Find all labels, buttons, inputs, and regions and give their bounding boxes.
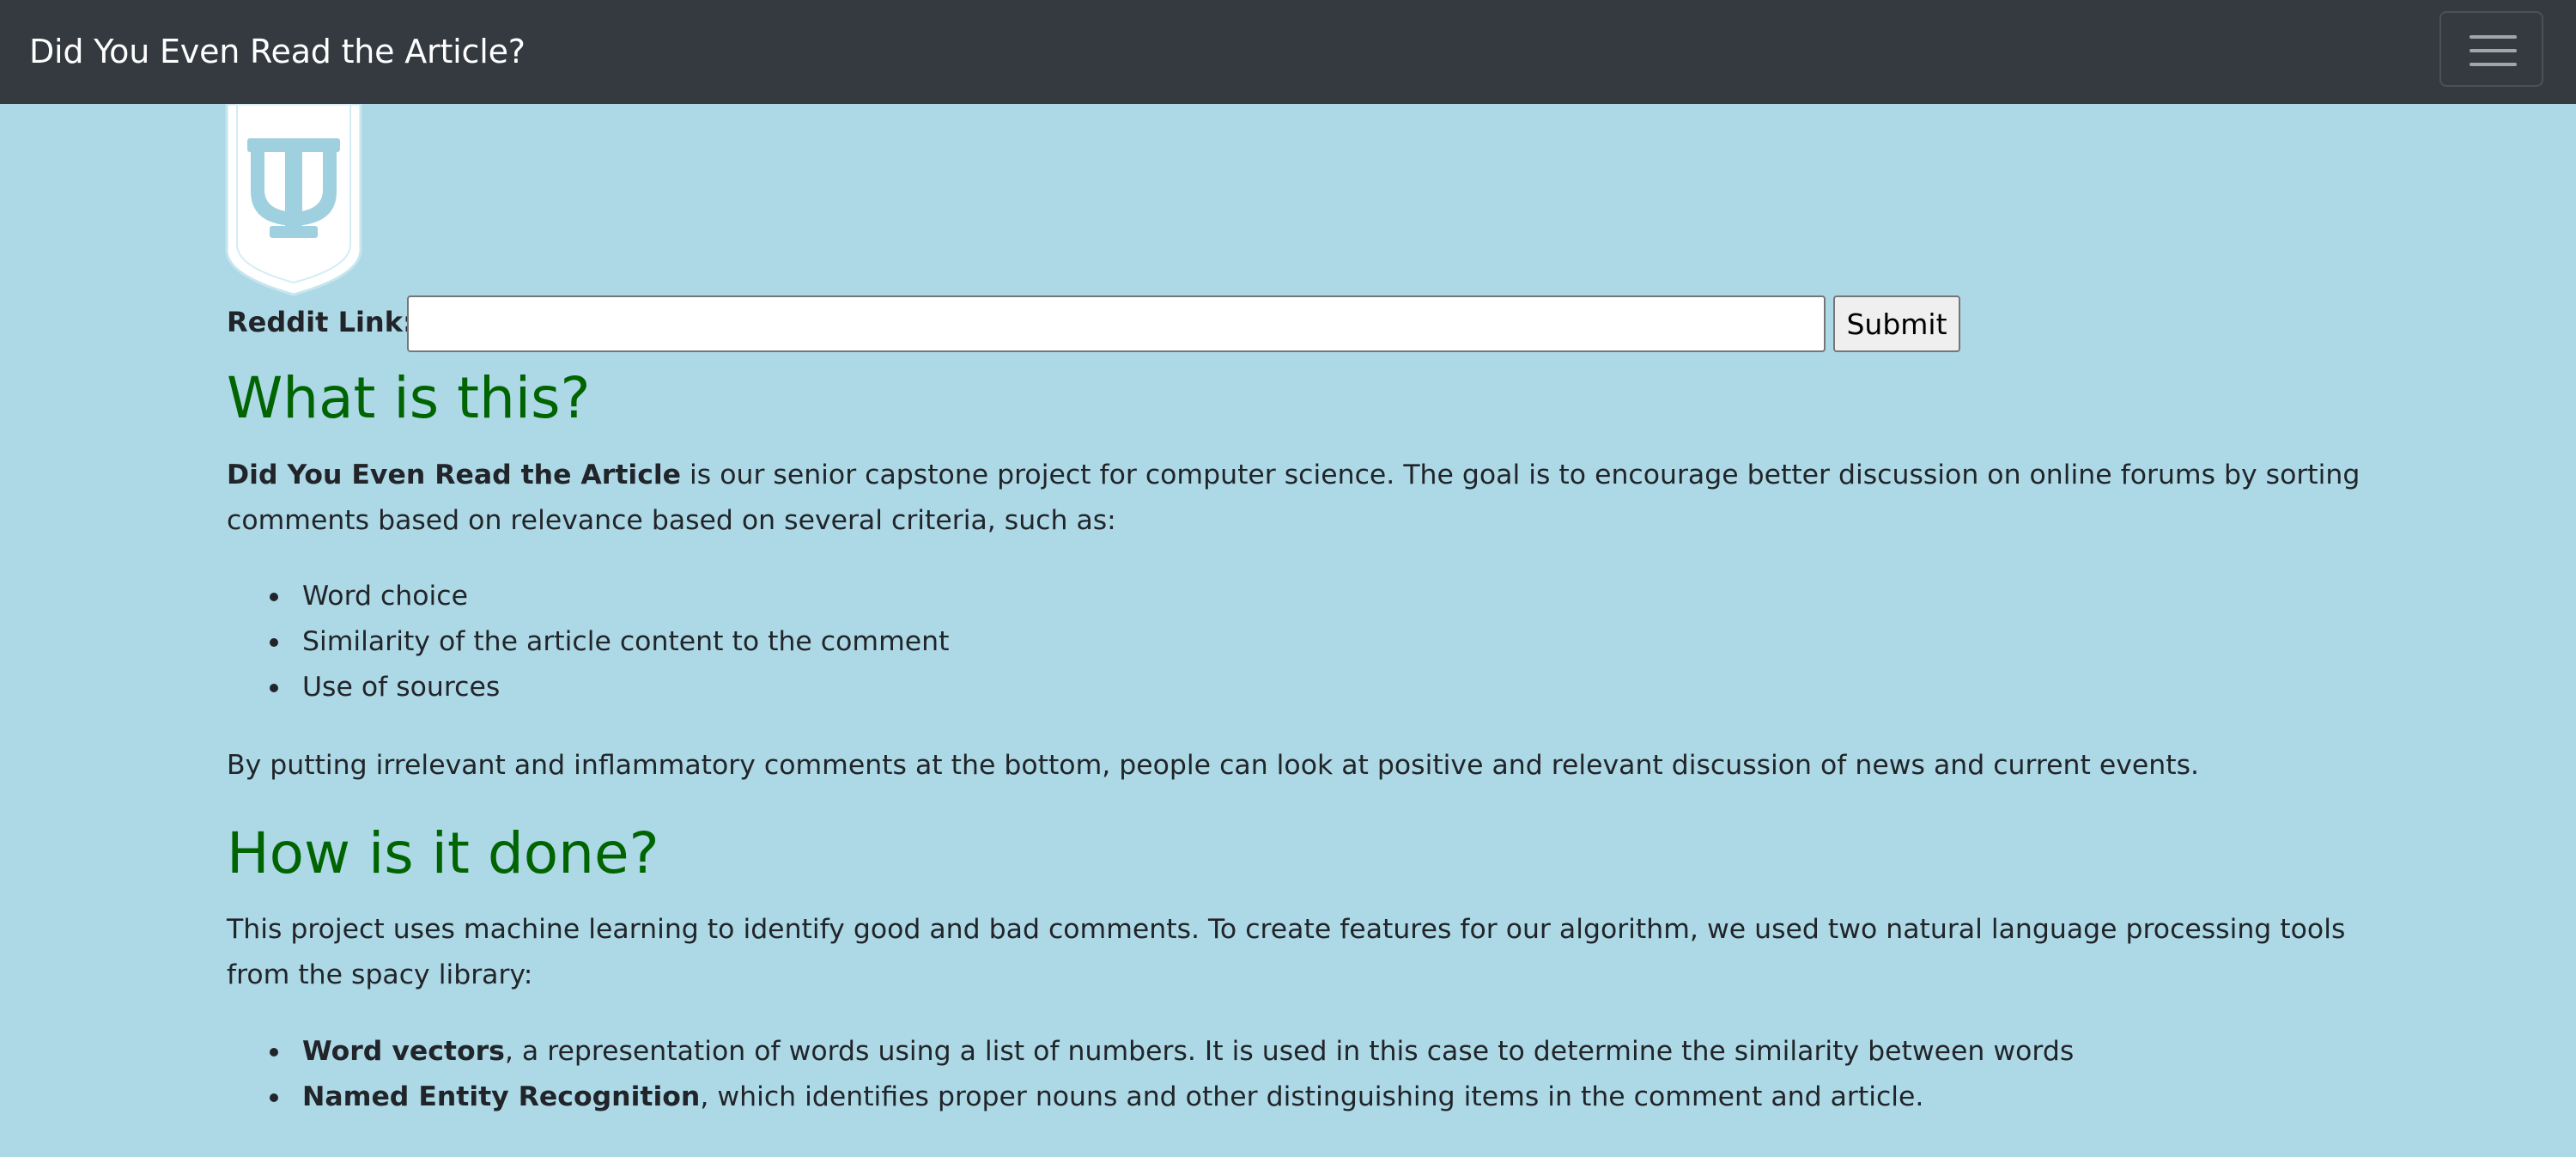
navbar-toggle-button[interactable] [2439,11,2543,87]
tool-desc: , a representation of words using a list… [504,1036,2075,1067]
what-is-this-intro: Did You Even Read the Article is our sen… [227,453,2391,544]
shield-logo-icon [225,104,362,296]
tool-name: Named Entity Recognition [302,1081,701,1112]
what-is-this-closing: By putting irrelevant and inflammatory c… [227,750,2200,781]
tool-desc: , which identifies proper nouns and othe… [700,1081,1924,1112]
tool-name: Word vectors [302,1036,505,1067]
criteria-list: Word choice Similarity of the article co… [227,574,949,710]
list-item: Named Entity Recognition, which identifi… [227,1075,2074,1120]
how-is-it-done-intro: This project uses machine learning to id… [227,914,2346,990]
tools-list: Word vectors, a representation of words … [227,1029,2074,1120]
how-is-it-done-heading: How is it done? [227,820,659,886]
submit-button[interactable]: Submit [1833,295,1960,352]
reddit-link-label: Reddit Link: [227,306,414,338]
what-is-this-heading: What is this? [227,365,591,431]
list-item: Similarity of the article content to the… [227,619,949,665]
hamburger-menu-icon [2470,35,2517,66]
project-name: Did You Even Read the Article [227,460,682,490]
list-item: Use of sources [227,665,949,710]
reddit-link-input[interactable] [407,295,1826,352]
list-item: Word vectors, a representation of words … [227,1029,2074,1075]
navbar-brand[interactable]: Did You Even Read the Article? [29,29,526,74]
list-item: Word choice [227,574,949,619]
navbar: Did You Even Read the Article? [0,0,2576,104]
